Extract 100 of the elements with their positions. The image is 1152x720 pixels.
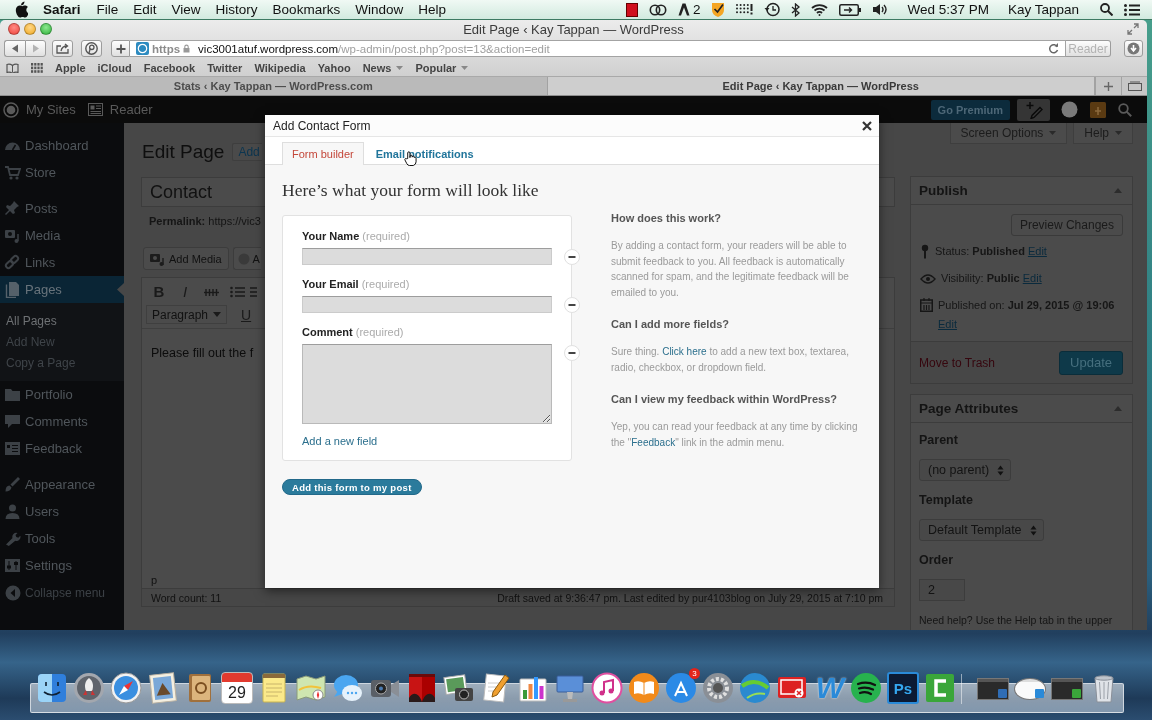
bookmark-link[interactable]: Apple <box>55 61 86 74</box>
tent-icon[interactable] <box>677 3 690 16</box>
speech-bubbles-icon[interactable] <box>332 672 364 704</box>
menu-item[interactable]: Window <box>355 2 404 17</box>
address-field[interactable]: https vic3001atuf.wordpress.com/wp-admin/post.php?post=13&action=edit <box>130 40 1066 58</box>
window-thumbnail[interactable] <box>977 678 1009 700</box>
sidebar-item[interactable]: Portfolio <box>0 381 124 408</box>
reload-icon[interactable] <box>1048 43 1059 55</box>
bookmark-link[interactable]: Facebook <box>143 61 196 74</box>
bookmark-link[interactable]: iCloud <box>97 61 132 74</box>
app-menu[interactable]: Safari <box>43 2 81 17</box>
menu-item[interactable]: Help <box>418 2 446 17</box>
wave-circle-icon[interactable] <box>850 672 882 704</box>
framed-picture-icon[interactable] <box>147 672 179 704</box>
pencil-paper-icon[interactable] <box>480 672 512 704</box>
input-field[interactable] <box>302 248 552 265</box>
collapse-menu-button[interactable]: Collapse menu <box>0 579 124 606</box>
sidebar-item[interactable]: Posts <box>0 195 124 222</box>
display-stand-icon[interactable] <box>554 672 586 704</box>
compass-icon[interactable] <box>110 672 142 704</box>
sidebar-item[interactable]: Users <box>0 498 124 525</box>
music-note-icon[interactable] <box>591 672 623 704</box>
close-button[interactable] <box>8 23 20 36</box>
bookmark-folder[interactable]: Popular <box>415 61 469 74</box>
camera-photo-icon[interactable] <box>443 672 475 704</box>
minus-circle-icon[interactable] <box>564 297 580 313</box>
forward-button[interactable] <box>25 40 46 58</box>
book-circle-icon[interactable] <box>628 672 660 704</box>
minus-circle-icon[interactable] <box>564 249 580 265</box>
move-to-trash-link[interactable]: Move to Trash <box>919 355 996 370</box>
close-icon[interactable] <box>862 120 872 131</box>
search-icon[interactable] <box>1100 3 1113 16</box>
add-new-button[interactable]: Add <box>232 143 262 161</box>
menu-item[interactable]: History <box>215 2 258 17</box>
avatar-icon[interactable] <box>1061 101 1078 118</box>
add-media-button[interactable]: Add Media <box>143 247 229 270</box>
add-form-button[interactable]: Add this form to my post <box>282 479 422 495</box>
user-menu[interactable]: Kay Tappan <box>1007 2 1079 17</box>
sidebar-item[interactable]: Media <box>0 222 124 249</box>
bluetooth-icon[interactable] <box>791 2 801 17</box>
window-thumbnail[interactable] <box>1051 678 1083 700</box>
globe-icon[interactable] <box>739 672 771 704</box>
open-book-icon[interactable] <box>6 62 19 73</box>
menu-item[interactable]: Edit <box>133 2 157 17</box>
reader-button[interactable]: Reader <box>1066 40 1111 58</box>
dialog-tab[interactable]: Form builder <box>282 142 364 165</box>
sidebar-item[interactable]: Appearance <box>0 471 124 498</box>
a-circle-icon[interactable] <box>665 672 697 704</box>
back-button[interactable] <box>4 40 25 58</box>
submenu-item[interactable]: All Pages <box>0 310 124 331</box>
reader-link[interactable]: Reader <box>87 102 153 117</box>
sidebar-item[interactable]: Tools <box>0 525 124 552</box>
sidebar-item[interactable]: Store <box>0 159 124 186</box>
update-button[interactable]: Update <box>1059 350 1123 375</box>
dialog-tab[interactable]: Email notifications <box>365 142 484 165</box>
list-icon[interactable] <box>1124 3 1140 16</box>
downloads-button[interactable] <box>1124 40 1143 58</box>
dot-grid-icon[interactable] <box>736 4 754 15</box>
menu-item[interactable]: File <box>96 2 119 17</box>
sidebar-item[interactable]: Links <box>0 249 124 276</box>
sidebar-item[interactable]: Comments <box>0 408 124 435</box>
wifi-icon[interactable] <box>811 3 829 16</box>
sidebar-item[interactable]: Pages <box>0 276 124 303</box>
editor-button[interactable]: A <box>232 247 261 270</box>
sidebar-item[interactable]: Settings <box>0 552 124 579</box>
gear-icon[interactable] <box>702 672 734 704</box>
edit-link[interactable]: Edit <box>1022 272 1042 284</box>
extension-button[interactable] <box>81 40 102 58</box>
add-button[interactable] <box>111 40 130 58</box>
menu-item[interactable]: Bookmarks <box>272 2 341 17</box>
apple-icon[interactable] <box>14 1 28 18</box>
calendar-tile[interactable]: 29 <box>221 672 253 704</box>
edit-link[interactable]: Edit <box>938 318 957 330</box>
app-tile[interactable]: Ps <box>887 672 919 704</box>
share-button[interactable] <box>52 40 73 58</box>
bookmark-link[interactable]: Wikipedia <box>254 61 306 74</box>
input-field[interactable] <box>302 296 552 313</box>
bookmark-link[interactable]: Yahoo <box>317 61 351 74</box>
help-link[interactable]: Click here <box>662 346 707 357</box>
sidebar-item[interactable]: Feedback <box>0 435 124 462</box>
grid-icon[interactable] <box>31 62 43 73</box>
format-select[interactable]: Paragraph <box>146 305 227 324</box>
volume-icon[interactable] <box>872 3 889 16</box>
edit-link[interactable]: Edit <box>1027 245 1047 257</box>
textarea-field[interactable] <box>302 344 552 424</box>
tab-overview-button[interactable] <box>1121 77 1147 95</box>
face-tile-icon[interactable] <box>36 672 68 704</box>
check-badge-icon[interactable] <box>711 2 726 17</box>
bookmark-link[interactable]: Twitter <box>207 61 243 74</box>
map-icon[interactable] <box>295 672 327 704</box>
help-link[interactable]: Feedback <box>631 436 676 448</box>
browser-tab[interactable]: Edit Page ‹ Kay Tappan — WordPress <box>547 77 1095 95</box>
my-sites-link[interactable]: My Sites <box>3 101 76 118</box>
menu-item[interactable]: View <box>171 2 201 17</box>
new-tab-button[interactable] <box>1095 77 1121 95</box>
battery-icon[interactable] <box>839 3 862 16</box>
rocket-icon[interactable] <box>73 672 105 704</box>
go-premium-button[interactable]: Go Premium <box>930 99 1010 120</box>
expand-arrows-icon[interactable] <box>1127 23 1139 36</box>
sidebar-item[interactable]: Dashboard <box>0 132 124 159</box>
